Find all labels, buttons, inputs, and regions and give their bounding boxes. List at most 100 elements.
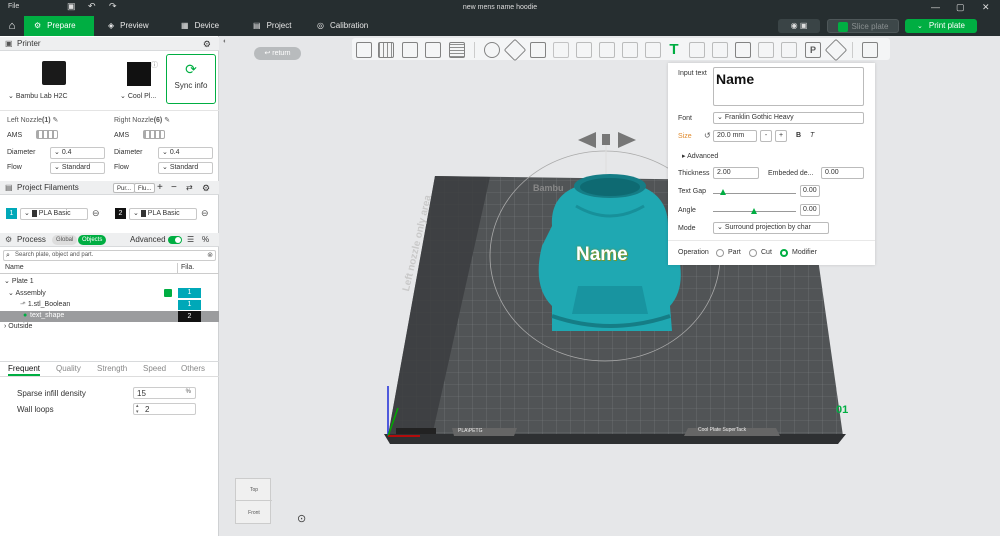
printer-image xyxy=(42,61,66,85)
flush-button[interactable]: Flu... xyxy=(134,183,156,193)
filament-1-swatch[interactable]: 1 xyxy=(6,208,17,219)
edit-icon[interactable]: ✎ xyxy=(164,117,170,124)
bold-button[interactable]: B xyxy=(796,132,801,139)
stepper-arrows-icon[interactable]: ▴ ▾ xyxy=(136,403,139,415)
text-input[interactable]: Name xyxy=(713,67,864,106)
diameter-label: Diameter xyxy=(7,149,36,156)
tab-frequent[interactable]: Frequent xyxy=(8,364,41,376)
tab-calibration[interactable]: ◎ Calibration xyxy=(317,16,368,36)
remove-filament-icon[interactable]: ⊖ xyxy=(201,208,209,219)
plate-number: 01 xyxy=(836,404,849,416)
objects-toggle[interactable]: Objects xyxy=(78,235,107,245)
printer-dropdown[interactable]: ⌄ Bambu Lab H2C xyxy=(8,92,68,100)
tab-quality[interactable]: Quality xyxy=(56,364,81,373)
text-gap-input[interactable]: 0.00 xyxy=(800,185,820,197)
gizmo-arrow-right[interactable] xyxy=(618,132,636,148)
tree-row-outside[interactable]: › Outside xyxy=(4,323,32,330)
percent-icon[interactable]: % xyxy=(202,233,209,247)
left-nozzle-label: Left Nozzle(1) ✎ xyxy=(7,117,59,124)
maximize-icon[interactable]: ▢ xyxy=(956,2,965,13)
clear-search-icon[interactable]: ⊗ xyxy=(207,251,213,260)
chevron-down-icon: ⌄ xyxy=(120,93,126,100)
gizmo-arrow-left[interactable] xyxy=(578,132,596,148)
ams-icon[interactable] xyxy=(36,130,58,139)
close-icon[interactable]: ✕ xyxy=(982,2,990,13)
purge-button[interactable]: Pur... xyxy=(113,183,136,193)
view-cube-front[interactable]: Front xyxy=(236,501,272,525)
calibration-icon: ◎ xyxy=(317,21,324,30)
tab-strength[interactable]: Strength xyxy=(97,364,127,373)
home-icon[interactable]: ⌂ xyxy=(4,18,20,34)
left-flow-dropdown[interactable]: ⌄ Standard xyxy=(50,162,105,174)
zoom-fit-icon[interactable]: ⊙ xyxy=(297,512,306,525)
filament-badge[interactable]: 1 xyxy=(178,300,201,310)
add-icon[interactable]: + xyxy=(157,181,163,195)
tab-prepare[interactable]: ⚙ Prepare xyxy=(24,16,94,36)
infill-input[interactable]: 15 % xyxy=(133,387,196,399)
tree-row-plate[interactable]: ⌄ Plate 1 xyxy=(4,277,34,285)
global-toggle[interactable]: Global xyxy=(52,235,78,245)
right-diameter-dropdown[interactable]: ⌄ 0.4 xyxy=(158,147,213,159)
tab-preview[interactable]: ◈ Preview xyxy=(108,16,149,36)
filament-badge[interactable]: 1 xyxy=(178,288,201,298)
font-dropdown[interactable]: ⌄ Franklin Gothic Heavy xyxy=(713,112,864,124)
angle-input[interactable]: 0.00 xyxy=(800,204,820,216)
thickness-input[interactable]: 2.00 xyxy=(713,167,759,179)
size-increment-button[interactable]: + xyxy=(775,130,787,142)
list-icon[interactable]: ☰ xyxy=(187,233,194,247)
plate-type-dropdown[interactable]: ⌄ Cool Pl... xyxy=(120,92,156,100)
minimize-icon[interactable]: — xyxy=(931,2,940,12)
tab-device[interactable]: ▦ Device xyxy=(181,16,219,36)
edit-icon[interactable]: ✎ xyxy=(53,117,59,124)
size-decrement-button[interactable]: - xyxy=(760,130,772,142)
reset-size-icon[interactable]: ↺ xyxy=(704,131,711,140)
filament-2-dropdown[interactable]: ⌄ PLA Basic xyxy=(129,208,197,220)
text-gap-label: Text Gap xyxy=(678,188,707,195)
filament-2-swatch[interactable]: 2 xyxy=(115,208,126,219)
tab-speed[interactable]: Speed xyxy=(143,364,166,373)
multi-device-button[interactable]: ◉ ▣ xyxy=(778,19,820,33)
filaments-section-header: ▤ Project Filaments Pur... Flu... + − ⇄ … xyxy=(0,181,219,195)
print-plate-button[interactable]: ⌄ Print plate xyxy=(905,19,977,33)
printer-settings-icon[interactable]: ⚙ xyxy=(203,37,211,51)
filament-badge[interactable]: 2 xyxy=(178,311,201,322)
filament-1-dropdown[interactable]: ⌄ PLA Basic xyxy=(20,208,88,220)
flow-label: Flow xyxy=(7,164,22,171)
wall-loops-stepper[interactable]: ▴ ▾ 2 xyxy=(133,403,196,415)
view-cube-top[interactable]: Top xyxy=(236,479,272,501)
filament-icon: ▤ xyxy=(5,183,13,192)
search-input[interactable]: ⌕ Search plate, object and part. ⊗ xyxy=(3,250,216,261)
right-flow-dropdown[interactable]: ⌄ Standard xyxy=(158,162,213,174)
size-input[interactable]: 20.0 mm xyxy=(713,130,757,142)
angle-slider-handle[interactable] xyxy=(751,208,757,214)
sync-ams-icon[interactable]: ⇄ xyxy=(186,181,193,195)
italic-button[interactable]: T xyxy=(810,132,814,139)
tree-row-assembly[interactable]: ⌄ Assembly xyxy=(8,289,46,297)
cut-radio[interactable] xyxy=(749,249,757,257)
remove-icon[interactable]: − xyxy=(171,181,177,195)
tree-row-boolean[interactable]: ⬏ 1.stl_Boolean xyxy=(20,300,70,308)
advanced-switch[interactable] xyxy=(168,236,182,244)
checkbox-icon[interactable] xyxy=(164,289,172,297)
view-cube[interactable]: Top Front xyxy=(235,478,272,525)
filament-settings-icon[interactable]: ⚙ xyxy=(202,181,210,195)
embedded-depth-input[interactable]: 0.00 xyxy=(821,167,864,179)
tab-others[interactable]: Others xyxy=(181,364,205,373)
advanced-toggle[interactable]: ▸ Advanced xyxy=(682,152,718,160)
ams-icon[interactable] xyxy=(143,130,165,139)
left-diameter-dropdown[interactable]: ⌄ 0.4 xyxy=(50,147,105,159)
3d-viewport[interactable]: ◐ ↩ return T P Left nozzle only area Bam… xyxy=(220,36,1000,536)
mode-label: Mode xyxy=(678,225,696,232)
part-radio[interactable] xyxy=(716,249,724,257)
left-sidebar: ▣ Printer ⚙ ⌄ Bambu Lab H2C ⓘ ⌄ Cool Pl.… xyxy=(0,36,219,536)
triangle-right-icon: ▸ xyxy=(682,153,686,160)
sync-info-button[interactable]: ⟳ Sync info xyxy=(166,54,216,104)
text-gap-slider-handle[interactable] xyxy=(720,189,726,195)
info-icon[interactable]: ⓘ xyxy=(151,60,158,70)
chevron-down-icon: ⌄ xyxy=(8,93,14,100)
remove-filament-icon[interactable]: ⊖ xyxy=(92,208,100,219)
modifier-radio[interactable] xyxy=(780,249,788,257)
mode-dropdown[interactable]: ⌄ Surround projection by char xyxy=(713,222,829,234)
tab-project[interactable]: ▤ Project xyxy=(253,16,291,36)
slice-plate-button[interactable]: Slice plate xyxy=(827,19,899,33)
